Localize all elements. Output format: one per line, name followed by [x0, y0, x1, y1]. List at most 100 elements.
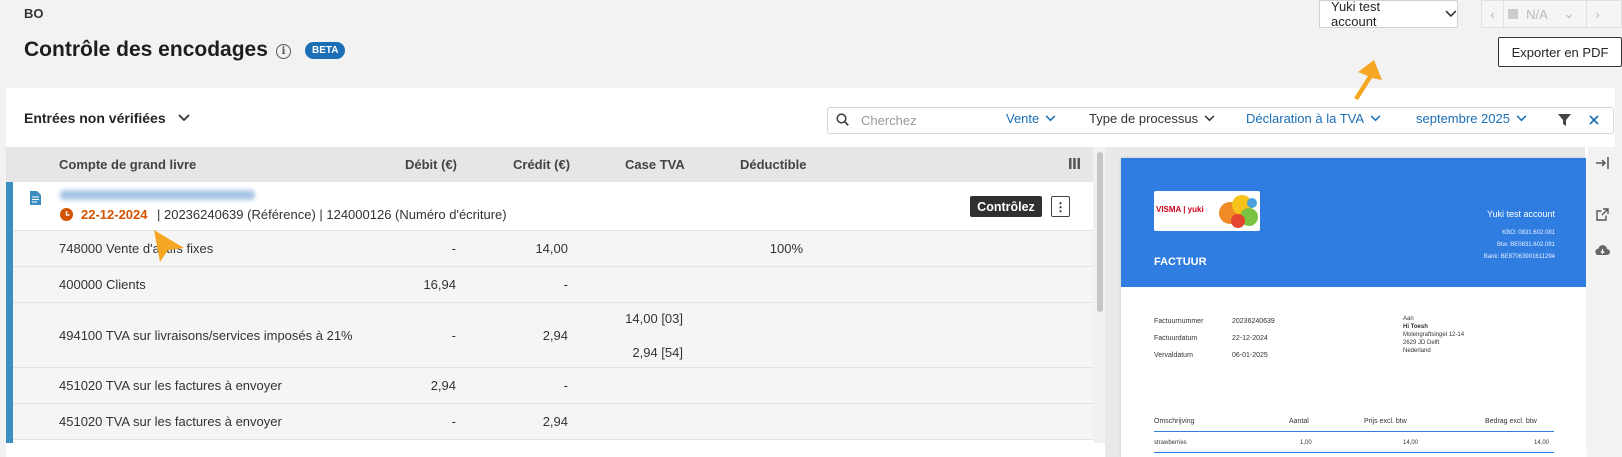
invoice-line-desc: strawberries: [1154, 440, 1187, 446]
row-account: 400000 Clients: [59, 277, 146, 292]
filter-period-label: septembre 2025: [1416, 111, 1510, 126]
record-pager[interactable]: ‹ N/A ⌄ ›: [1481, 0, 1622, 28]
export-pdf-button[interactable]: Exporter en PDF: [1498, 37, 1622, 67]
scrollbar-thumb[interactable]: [1097, 152, 1103, 312]
cloud-download-icon[interactable]: [1595, 244, 1610, 256]
previous-icon[interactable]: ‹: [1482, 1, 1504, 27]
chevron-down-icon: [1045, 115, 1056, 122]
row-vat-box: 14,00 [03]: [625, 311, 683, 326]
entry-accent-bar: [6, 182, 13, 443]
row-credit: 14,00: [535, 241, 568, 256]
filter-declaration[interactable]: Déclaration à la TVA: [1246, 111, 1381, 126]
col-debit[interactable]: Débit (€): [405, 157, 457, 172]
row-credit: 2,94: [542, 414, 568, 429]
invoice-due-label: Vervaldatum: [1154, 352, 1193, 359]
invoice-col-price: Prijs excl. btw: [1364, 418, 1407, 425]
preview-sidebar: [1588, 147, 1622, 457]
row-debit: 16,94: [423, 277, 456, 292]
entry-details: | 20236240639 (Référence) | 124000126 (N…: [157, 207, 507, 222]
invoice-due: 06-01-2025: [1232, 352, 1268, 359]
pointer-arrow-icon: [1354, 60, 1382, 100]
chevron-down-icon: [177, 114, 190, 122]
invoice-divider: [1154, 452, 1554, 453]
row-deductible: 100%: [769, 241, 803, 256]
filter-period[interactable]: septembre 2025: [1416, 111, 1527, 126]
columns-icon[interactable]: [1069, 158, 1080, 169]
chevron-down-icon: [1445, 10, 1457, 18]
recipient-city: 2629 JD Delft: [1403, 340, 1440, 346]
row-vat-box-2: 2,94 [54]: [632, 345, 683, 360]
chevron-down-icon: [1204, 115, 1215, 122]
chevron-down-icon: [1516, 115, 1527, 122]
row-debit: -: [451, 414, 456, 429]
fruit-logo-icon: [1219, 195, 1258, 228]
invoice-heading: FACTUUR: [1154, 256, 1207, 268]
row-account: 451020 TVA sur les factures à envoyer: [59, 414, 282, 429]
row-account: 748000 Vente d'actifs fixes: [59, 241, 214, 256]
invoice-col-amount: Bedrag excl. btw: [1485, 418, 1537, 425]
col-account[interactable]: Compte de grand livre: [59, 157, 196, 172]
filter-type-label: Vente: [1006, 111, 1040, 126]
search-input[interactable]: Cherchez: [861, 113, 917, 128]
account-label: Yuki test account: [1331, 0, 1381, 29]
invoice-col-qty: Aantal: [1289, 418, 1309, 425]
recipient-country: Nederland: [1403, 348, 1431, 354]
company-name: BO: [24, 6, 44, 21]
invoice-bank: Bank: BE87063901611294: [1483, 254, 1555, 260]
row-account: 494100 TVA sur livraisons/services impos…: [59, 328, 353, 343]
document-icon: [1504, 9, 1522, 19]
recipient-label: Aan: [1403, 316, 1414, 322]
invoice-date-label: Factuurdatum: [1154, 335, 1198, 342]
invoice-divider: [1154, 431, 1554, 432]
invoice-btw: Btw: BE0831.602.081: [1496, 242, 1555, 248]
beta-badge: BETA: [305, 42, 346, 59]
invoice-recipient: Aan Hi Toesh Molengraftsingel 12-14 2629…: [1403, 315, 1464, 355]
row-debit: -: [451, 241, 456, 256]
page-title: Contrôle des encodages: [24, 38, 268, 61]
invoice-number-label: Factuurnummer: [1154, 318, 1204, 325]
chevron-down-icon: [1370, 115, 1381, 122]
row-credit: 2,94: [542, 328, 568, 343]
company-logo: VISMA | yuki: [1154, 191, 1260, 231]
recipient-street: Molengraftsingel 12-14: [1403, 332, 1465, 338]
control-button[interactable]: Contrôlez: [970, 196, 1042, 217]
col-credit[interactable]: Crédit (€): [513, 157, 570, 172]
more-icon[interactable]: ⋮: [1051, 196, 1070, 217]
view-selector[interactable]: Entrées non vérifiées: [24, 110, 190, 126]
search-icon: [836, 113, 849, 126]
row-debit: -: [451, 328, 456, 343]
filter-process[interactable]: Type de processus: [1089, 111, 1215, 126]
view-label: Entrées non vérifiées: [24, 110, 166, 126]
filter-declaration-label: Déclaration à la TVA: [1246, 111, 1365, 126]
filter-icon[interactable]: [1558, 114, 1571, 126]
invoice-kbo: KBO: 0831.602.081: [1502, 230, 1555, 236]
recipient-name: Hi Toesh: [1403, 324, 1428, 330]
filter-type[interactable]: Vente: [1006, 111, 1056, 126]
next-icon[interactable]: ›: [1586, 1, 1608, 27]
document-icon: [30, 191, 41, 205]
info-icon[interactable]: i: [276, 44, 291, 59]
pointer-arrow-icon: [154, 230, 184, 262]
invoice-line-qty: 1,00: [1300, 440, 1312, 446]
entry-title-blurred: [60, 190, 255, 200]
col-deductible[interactable]: Déductible: [740, 157, 806, 172]
row-account: 451020 TVA sur les factures à envoyer: [59, 378, 282, 393]
invoice-date: 22-12-2024: [1232, 335, 1268, 342]
invoice-col-desc: Omschrijving: [1154, 418, 1195, 425]
invoice-meta: KBO: 0831.602.081 Btw: BE0831.602.081 Ba…: [1440, 227, 1555, 263]
close-icon[interactable]: [1589, 115, 1599, 125]
clock-icon: [60, 208, 73, 221]
row-credit: -: [563, 378, 568, 393]
row-debit: 2,94: [430, 378, 456, 393]
chevron-down-icon[interactable]: ⌄: [1552, 6, 1586, 22]
invoice-line-amount: 14,00: [1534, 440, 1550, 446]
invoice-company: Yuki test account: [1486, 209, 1555, 219]
collapse-panel-icon[interactable]: [1596, 157, 1609, 169]
invoice-number: 20236240639: [1232, 318, 1275, 325]
open-external-icon[interactable]: [1596, 208, 1609, 221]
account-selector[interactable]: Yuki test account: [1319, 0, 1458, 29]
pager-label: N/A: [1526, 6, 1548, 22]
col-vat-box[interactable]: Case TVA: [625, 157, 685, 172]
filter-process-label: Type de processus: [1089, 111, 1199, 126]
logo-text: VISMA | yuki: [1156, 205, 1204, 214]
